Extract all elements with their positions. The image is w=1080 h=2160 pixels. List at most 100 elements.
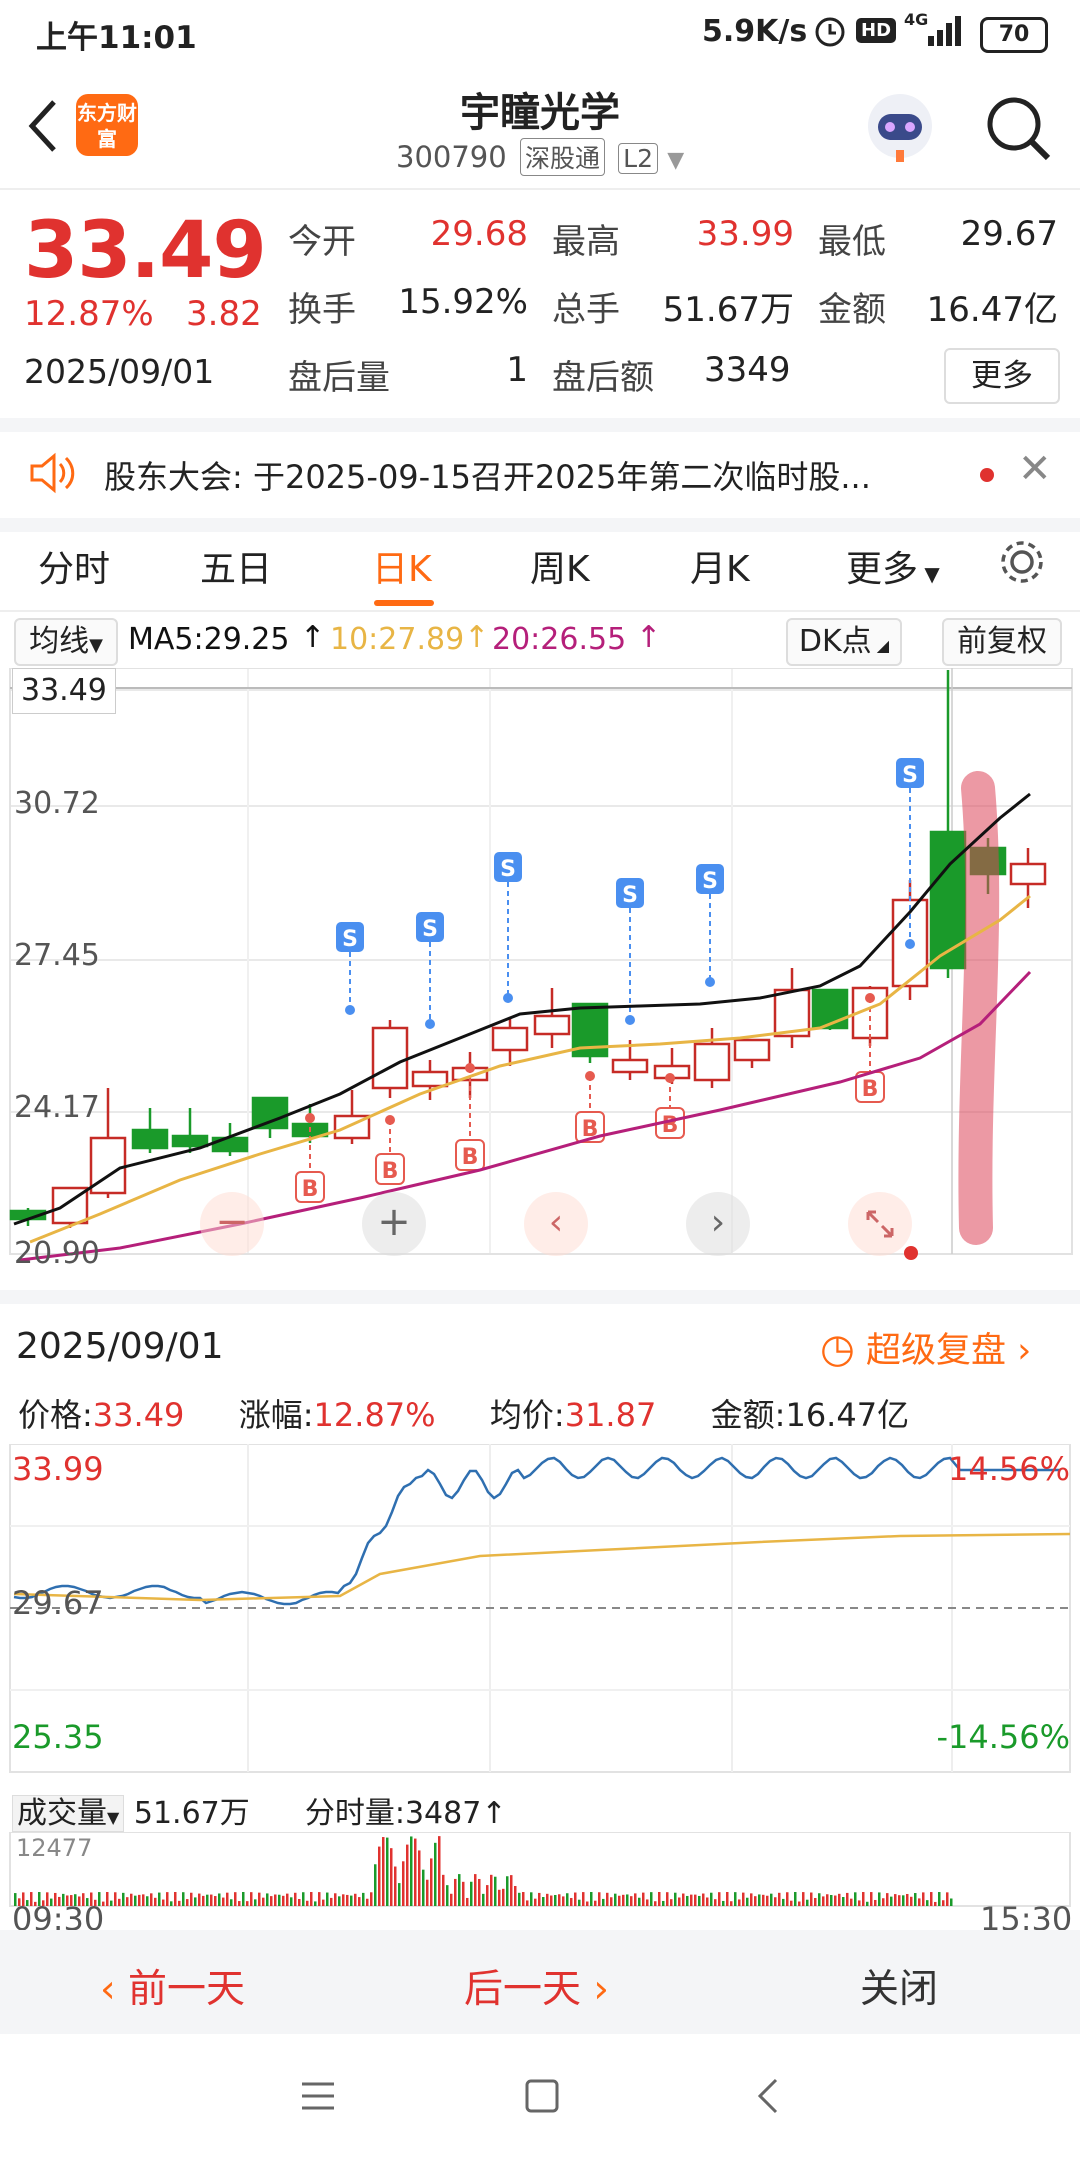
notice-bar[interactable]: 股东大会: 于2025-09-15召开2025年第二次临时股... ✕ (0, 432, 1080, 532)
settings-gear-icon[interactable] (996, 536, 1048, 597)
volume-bar (110, 1900, 113, 1906)
volume-bar (294, 1892, 297, 1906)
dk-point-button[interactable]: DK点 ◢ (786, 618, 902, 666)
volume-bar (198, 1893, 201, 1906)
volume-bar (630, 1896, 633, 1906)
candle-body (491, 1026, 529, 1052)
volume-bar (782, 1898, 785, 1906)
home-icon[interactable] (524, 2078, 560, 2118)
quote-panel: 33.49 12.87% 3.82 2025/09/01 今开 29.68 最高… (0, 190, 1080, 432)
volume-bar (558, 1894, 561, 1906)
volume-bar (854, 1892, 857, 1906)
y-mid-label: 29.67 (12, 1584, 104, 1622)
next-day-button[interactable]: 后一天 › (464, 1958, 609, 2014)
search-icon[interactable] (984, 94, 1054, 168)
zoom-in-button[interactable]: + (362, 1192, 426, 1256)
dropdown-icon[interactable]: ▼ (667, 148, 684, 173)
ma10-arrow-icon: ↑ (464, 620, 490, 655)
ma-legend-row: 均线▼ MA5:29.25 ↑ 10:27.89 ↑ 20:26.55 ↑ DK… (0, 612, 1080, 668)
system-navigation-bar (0, 2034, 1080, 2160)
price-label: 价格: (18, 1396, 93, 1434)
high-label: 最高 (552, 222, 620, 262)
volume-bar (402, 1861, 405, 1906)
speaker-icon (26, 448, 76, 506)
quote-date: 2025/09/01 (24, 352, 215, 391)
volume-bar (798, 1901, 801, 1906)
volume-bar (458, 1874, 461, 1906)
tab-intraday[interactable]: 分时 (38, 540, 110, 592)
kline-chart[interactable]: SSSSSSBBBBBB 33.49 30.72 27.45 24.17 20.… (0, 668, 1080, 1288)
low-label: 最低 (818, 222, 886, 262)
volume-bar (330, 1897, 333, 1906)
sell-marker-label: S (902, 763, 918, 788)
buy-dot (865, 993, 875, 1003)
tab-five-day[interactable]: 五日 (200, 540, 272, 592)
volume-bar (394, 1866, 397, 1906)
more-quote-button[interactable]: 更多 (944, 348, 1060, 404)
volume-bar (490, 1874, 493, 1906)
volume-bar (426, 1879, 429, 1906)
sell-dot (345, 1005, 355, 1015)
volume-bar (142, 1894, 145, 1906)
adjust-button[interactable]: 前复权 (942, 618, 1062, 666)
volume-bar (850, 1898, 853, 1906)
tab-weekly-k[interactable]: 周K (530, 540, 590, 592)
ma5-arrow-icon: ↑ (300, 620, 326, 655)
volume-bar (570, 1897, 573, 1906)
volume-bar (750, 1893, 753, 1906)
volume-bar (714, 1899, 717, 1906)
volume-select[interactable]: 成交量▼ (12, 1795, 125, 1832)
sell-dot (905, 939, 915, 949)
volume-bar (434, 1842, 437, 1906)
volume-bar (346, 1894, 349, 1906)
volume-bar (234, 1892, 237, 1906)
volume-bar (170, 1901, 173, 1906)
scroll-right-button[interactable]: › (686, 1192, 750, 1256)
robot-assistant-icon[interactable] (860, 88, 940, 172)
tab-monthly-k[interactable]: 月K (690, 540, 750, 592)
volume-bar (658, 1892, 661, 1906)
volume-bar (730, 1901, 733, 1906)
buy-dot (585, 1071, 595, 1081)
back-nav-icon[interactable] (754, 2076, 784, 2120)
pct-low-label: -14.56% (936, 1718, 1070, 1756)
volume-bar (754, 1896, 757, 1906)
indicator-select-label: 均线 (29, 624, 90, 659)
volume-bar (122, 1892, 125, 1906)
volume-bar (666, 1892, 669, 1906)
volume-bar (130, 1893, 133, 1906)
volume-bar (262, 1897, 265, 1906)
super-replay-button[interactable]: ◷ 超级复盘 › (820, 1322, 1031, 1373)
scroll-left-button[interactable]: ‹ (524, 1192, 588, 1256)
volume-bar (446, 1885, 449, 1906)
alarm-icon (812, 10, 848, 58)
volume-bar (510, 1875, 513, 1906)
close-icon[interactable]: ✕ (1018, 446, 1052, 492)
tab-more[interactable]: 更多 ▼ (846, 540, 940, 592)
volume-bar (182, 1892, 185, 1906)
next-day-label: 后一天 (464, 1967, 582, 2012)
volume-bar (774, 1897, 777, 1906)
sell-dot (625, 1015, 635, 1025)
buy-marker-label: B (462, 1145, 479, 1170)
indicator-select[interactable]: 均线▼ (14, 618, 118, 666)
pct-label: 涨幅: (238, 1396, 314, 1434)
volume-bar (502, 1888, 505, 1906)
connect-tag: 深股通 (519, 138, 605, 176)
volume-bar (514, 1885, 517, 1906)
volume-bar (298, 1899, 301, 1906)
sell-dot (503, 993, 513, 1003)
candle-body (131, 1128, 169, 1150)
volume-bar (598, 1892, 601, 1906)
volume-bar (414, 1838, 417, 1906)
volume-bar (706, 1897, 709, 1906)
fullscreen-expand-icon[interactable] (848, 1192, 912, 1256)
close-button[interactable]: 关闭 (860, 1958, 938, 2014)
volume-bar (522, 1892, 525, 1906)
menu-icon[interactable] (300, 2080, 336, 2116)
prev-day-button[interactable]: ‹ 前一天 (100, 1958, 245, 2014)
zoom-out-button[interactable]: − (200, 1192, 264, 1256)
volume-bar (470, 1881, 473, 1906)
tab-daily-k[interactable]: 日K (372, 540, 432, 592)
volume-bar (462, 1881, 465, 1906)
